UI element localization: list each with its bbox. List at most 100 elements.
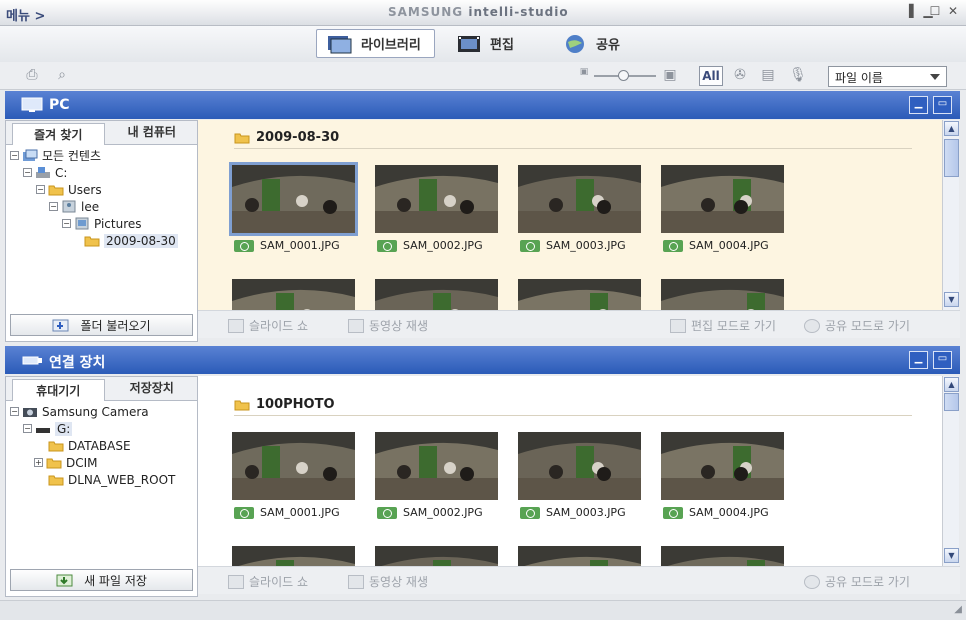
search-icon[interactable]: ⌕ — [52, 67, 72, 85]
collapse-icon[interactable]: − — [23, 168, 32, 177]
slider-knob[interactable] — [618, 70, 629, 81]
scroll-down-icon[interactable]: ▼ — [944, 292, 959, 307]
photo-thumbnail[interactable] — [661, 432, 784, 500]
expand-icon[interactable]: + — [34, 458, 43, 467]
photo-thumbnail[interactable] — [661, 279, 784, 310]
slideshow-icon — [228, 574, 244, 589]
load-folder-button[interactable]: 폴더 불러오기 — [10, 314, 193, 336]
maximize-icon[interactable]: ☐ — [928, 4, 942, 18]
collapse-icon[interactable]: − — [36, 185, 45, 194]
photo-thumbnail[interactable] — [375, 165, 498, 233]
play-icon — [348, 574, 364, 589]
tree-item-g-drive[interactable]: − G: — [6, 420, 197, 437]
pc-tabs: 즐겨 찾기 내 컴퓨터 — [6, 121, 197, 145]
resize-grip-icon[interactable]: ◢ — [954, 604, 962, 615]
filter-all-button[interactable]: All — [699, 66, 723, 86]
device-scrollbar[interactable]: ▲ ▼ — [942, 376, 959, 566]
scroll-thumb[interactable] — [944, 139, 959, 177]
mode-share-button[interactable]: 공유 — [552, 29, 630, 58]
collapse-icon[interactable]: − — [49, 202, 58, 211]
pc-content-area: 2009-08-30 SAM_0001.JPG SAM_0002.JPG SAM_0… — [198, 120, 942, 310]
menu-button[interactable]: 메뉴 > — [6, 5, 45, 24]
mode-library-button[interactable]: 라이브러리 — [316, 29, 435, 58]
photo-image — [661, 165, 784, 233]
photo-thumbnail[interactable] — [375, 432, 498, 500]
go-share-mode-button[interactable]: 공유 모드로 가기 — [804, 317, 910, 334]
sort-select[interactable]: 파일 이름 — [828, 66, 947, 87]
scroll-up-icon[interactable]: ▲ — [944, 121, 959, 136]
tree-label-selected: 2009-08-30 — [104, 233, 178, 248]
tab-storage-device[interactable]: 저장장치 — [107, 377, 198, 400]
tree-item-dlna-web-root[interactable]: DLNA_WEB_ROOT — [6, 471, 197, 488]
photo-image — [661, 546, 784, 566]
audio-filter-icon[interactable]: 🎙 — [788, 67, 808, 85]
photo-thumbnail[interactable] — [661, 546, 784, 566]
folder-icon — [46, 458, 62, 469]
collapse-icon[interactable]: − — [62, 219, 71, 228]
device-minimize-button[interactable]: ▁ — [909, 351, 928, 369]
device-content-area: 100PHOTO SAM_0001.JPG SAM_0002.JPG SAM_000… — [198, 376, 942, 566]
play-video-button[interactable]: 동영상 재생 — [348, 573, 428, 590]
scroll-down-icon[interactable]: ▼ — [944, 548, 959, 563]
photo-thumbnail[interactable] — [232, 279, 355, 310]
photo-image — [518, 546, 641, 566]
drive-icon — [36, 167, 50, 178]
status-bar: ◢ — [0, 600, 966, 620]
thumbnail-size-slider[interactable] — [594, 70, 656, 81]
go-share-mode-button[interactable]: 공유 모드로 가기 — [804, 573, 910, 590]
camera-icon — [377, 506, 397, 519]
collapse-icon[interactable]: − — [10, 407, 19, 416]
photo-thumbnail[interactable] — [375, 546, 498, 566]
restore-icon[interactable]: ▐ — [902, 4, 916, 18]
device-left-panel: 휴대기기 저장장치 − Samsung Camera − G: DATABASE +… — [5, 376, 198, 597]
tab-mobile-device[interactable]: 휴대기기 — [12, 379, 105, 401]
tree-label: C: — [55, 165, 68, 180]
tab-my-computer[interactable]: 내 컴퓨터 — [107, 121, 198, 144]
collapse-icon[interactable]: − — [23, 424, 32, 433]
video-filter-icon[interactable]: ✇ — [730, 67, 750, 85]
tree-item-c-drive[interactable]: − C: — [6, 164, 197, 181]
mode-edit-button[interactable]: 편집 — [446, 29, 524, 58]
photo-filter-icon[interactable]: ▤ — [758, 67, 778, 85]
go-edit-mode-button[interactable]: 편집 모드로 가기 — [670, 317, 776, 334]
photo-image — [375, 546, 498, 566]
scroll-up-icon[interactable]: ▲ — [944, 377, 959, 392]
pc-minimize-button[interactable]: ▁ — [909, 96, 928, 114]
slideshow-button[interactable]: 슬라이드 쇼 — [228, 573, 308, 590]
camera-icon — [520, 506, 540, 519]
tree-item-database[interactable]: DATABASE — [6, 437, 197, 454]
photo-thumbnail[interactable] — [518, 165, 641, 233]
collapse-icon[interactable]: − — [10, 151, 19, 160]
large-thumb-icon[interactable]: ▣ — [660, 67, 680, 85]
photo-thumbnail[interactable] — [375, 279, 498, 310]
print-icon[interactable]: ⎙ — [22, 67, 42, 85]
close-icon[interactable]: ✕ — [946, 4, 960, 18]
photo-thumbnail[interactable] — [518, 432, 641, 500]
tree-item-lee[interactable]: − lee — [6, 198, 197, 215]
pc-scrollbar[interactable]: ▲ ▼ — [942, 120, 959, 310]
tree-item-2009-08-30[interactable]: 2009-08-30 — [6, 232, 197, 249]
slideshow-button[interactable]: 슬라이드 쇼 — [228, 317, 308, 334]
photo-thumbnail[interactable] — [518, 279, 641, 310]
photo-thumbnail[interactable] — [518, 546, 641, 566]
photo-image — [232, 165, 355, 233]
scroll-thumb[interactable] — [944, 393, 959, 411]
tree-item-samsung-camera[interactable]: − Samsung Camera — [6, 403, 197, 420]
tree-item-pictures[interactable]: − Pictures — [6, 215, 197, 232]
photo-thumbnail[interactable] — [229, 162, 358, 236]
play-video-button[interactable]: 동영상 재생 — [348, 317, 428, 334]
photo-thumbnail[interactable] — [232, 432, 355, 500]
tree-item-users[interactable]: − Users — [6, 181, 197, 198]
globe-icon — [566, 34, 584, 53]
tab-favorites[interactable]: 즐겨 찾기 — [12, 123, 105, 145]
photo-image — [375, 165, 498, 233]
pc-maximize-button[interactable]: ▭ — [933, 96, 952, 114]
small-thumb-icon[interactable]: ▣ — [574, 67, 594, 85]
photo-thumbnail[interactable] — [232, 546, 355, 566]
photo-thumbnail[interactable] — [661, 165, 784, 233]
tree-item-all-content[interactable]: − 모든 컨텐츠 — [6, 147, 197, 164]
save-new-file-button[interactable]: 새 파일 저장 — [10, 569, 193, 591]
tree-item-dcim[interactable]: + DCIM — [6, 454, 197, 471]
device-maximize-button[interactable]: ▭ — [933, 351, 952, 369]
sort-select-value: 파일 이름 — [835, 71, 883, 85]
